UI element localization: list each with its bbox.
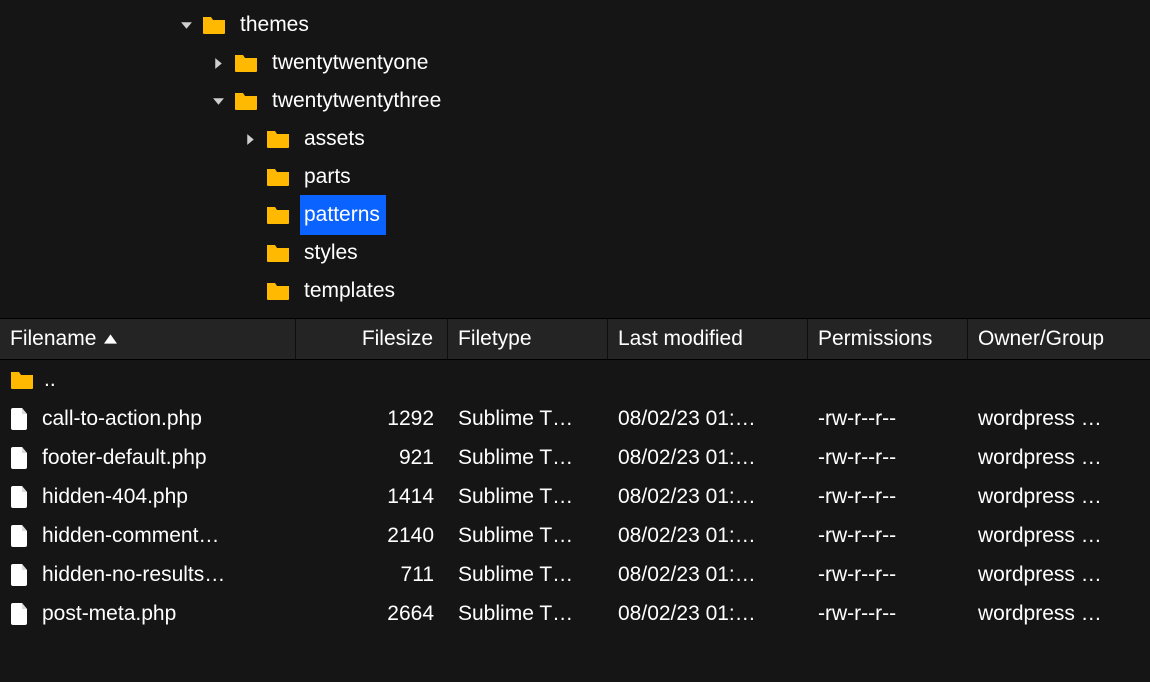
file-owner: wordpress … (968, 594, 1138, 633)
file-permissions: -rw-r--r-- (808, 594, 968, 633)
file-icon (10, 524, 30, 548)
file-owner: wordpress … (968, 516, 1138, 555)
column-header-row: Filename Filesize Filetype Last modified… (0, 318, 1150, 360)
file-modified: 08/02/23 01:… (608, 516, 808, 555)
file-owner: wordpress … (968, 438, 1138, 477)
file-size: 711 (296, 555, 448, 594)
header-label: Filesize (362, 327, 433, 351)
chevron-right-icon[interactable] (234, 133, 266, 146)
file-row[interactable]: footer-default.php 921Sublime T…08/02/23 … (0, 438, 1150, 477)
tree-item-twentytwentyone[interactable]: twentytwentyone (202, 44, 1150, 82)
tree-label: parts (300, 157, 357, 197)
tree-label: templates (300, 271, 401, 311)
file-name: call-to-action.php (42, 407, 202, 431)
file-name: hidden-no-results… (42, 563, 225, 587)
folder-icon (234, 91, 258, 111)
parent-directory-row[interactable]: .. (0, 360, 1150, 399)
chevron-right-icon[interactable] (202, 57, 234, 70)
file-type: Sublime T… (448, 594, 608, 633)
file-type: Sublime T… (448, 438, 608, 477)
header-label: Filename (10, 327, 96, 351)
tree-label: twentytwentyone (268, 43, 434, 83)
file-permissions: -rw-r--r-- (808, 438, 968, 477)
tree-item-templates[interactable]: templates (266, 272, 1150, 310)
file-name: .. (44, 368, 56, 392)
file-size: 921 (296, 438, 448, 477)
file-type: Sublime T… (448, 477, 608, 516)
file-name: post-meta.php (42, 602, 176, 626)
file-type: Sublime T… (448, 399, 608, 438)
chevron-down-icon[interactable] (170, 19, 202, 32)
folder-icon (10, 370, 34, 390)
file-size: 1414 (296, 477, 448, 516)
file-permissions: -rw-r--r-- (808, 555, 968, 594)
column-header-filetype[interactable]: Filetype (448, 319, 608, 359)
file-modified: 08/02/23 01:… (608, 594, 808, 633)
tree-label: styles (300, 233, 364, 273)
tree-item-patterns[interactable]: patterns (266, 196, 1150, 234)
file-size: 1292 (296, 399, 448, 438)
tree-item-parts[interactable]: parts (266, 158, 1150, 196)
sort-ascending-icon (104, 334, 117, 344)
file-row[interactable]: post-meta.php 2664Sublime T…08/02/23 01:…… (0, 594, 1150, 633)
folder-icon (266, 167, 290, 187)
folder-icon (266, 243, 290, 263)
file-icon (10, 563, 30, 587)
file-modified: 08/02/23 01:… (608, 555, 808, 594)
header-label: Last modified (618, 327, 743, 351)
column-header-permissions[interactable]: Permissions (808, 319, 968, 359)
file-owner: wordpress … (968, 399, 1138, 438)
folder-icon (202, 15, 226, 35)
file-icon (10, 485, 30, 509)
column-header-filename[interactable]: Filename (0, 319, 296, 359)
tree-label: assets (300, 119, 371, 159)
file-type: Sublime T… (448, 516, 608, 555)
column-header-lastmodified[interactable]: Last modified (608, 319, 808, 359)
file-icon (10, 602, 30, 626)
tree-item-assets[interactable]: assets (234, 120, 1150, 158)
tree-item-styles[interactable]: styles (266, 234, 1150, 272)
file-name: footer-default.php (42, 446, 207, 470)
tree-item-twentytwentythree[interactable]: twentytwentythree (202, 82, 1150, 120)
file-permissions: -rw-r--r-- (808, 477, 968, 516)
file-permissions: -rw-r--r-- (808, 516, 968, 555)
tree-label: themes (236, 5, 315, 45)
file-row[interactable]: hidden-comment… 2140Sublime T…08/02/23 01… (0, 516, 1150, 555)
header-label: Permissions (818, 327, 932, 351)
tree-label: patterns (300, 195, 386, 235)
file-size: 2664 (296, 594, 448, 633)
file-modified: 08/02/23 01:… (608, 477, 808, 516)
file-owner: wordpress … (968, 555, 1138, 594)
chevron-down-icon[interactable] (202, 95, 234, 108)
tree-item-themes[interactable]: themes (170, 6, 1150, 44)
file-row[interactable]: hidden-404.php 1414Sublime T…08/02/23 01:… (0, 477, 1150, 516)
file-row[interactable]: hidden-no-results… 711Sublime T…08/02/23 … (0, 555, 1150, 594)
file-name: hidden-404.php (42, 485, 188, 509)
header-label: Owner/Group (978, 327, 1104, 351)
file-icon (10, 446, 30, 470)
column-header-filesize[interactable]: Filesize (296, 319, 448, 359)
file-modified: 08/02/23 01:… (608, 399, 808, 438)
file-size: 2140 (296, 516, 448, 555)
folder-icon (234, 53, 258, 73)
folder-icon (266, 281, 290, 301)
column-header-owner[interactable]: Owner/Group (968, 319, 1138, 359)
file-row[interactable]: call-to-action.php 1292Sublime T…08/02/23… (0, 399, 1150, 438)
file-permissions: -rw-r--r-- (808, 399, 968, 438)
tree-label: twentytwentythree (268, 81, 447, 121)
file-modified: 08/02/23 01:… (608, 438, 808, 477)
folder-tree: themes twentytwentyone twentytwentythree… (0, 0, 1150, 318)
file-owner: wordpress … (968, 477, 1138, 516)
file-list-panel: Filename Filesize Filetype Last modified… (0, 318, 1150, 633)
header-label: Filetype (458, 327, 532, 351)
file-icon (10, 407, 30, 431)
file-name: hidden-comment… (42, 524, 219, 548)
file-type: Sublime T… (448, 555, 608, 594)
folder-icon (266, 129, 290, 149)
folder-icon (266, 205, 290, 225)
